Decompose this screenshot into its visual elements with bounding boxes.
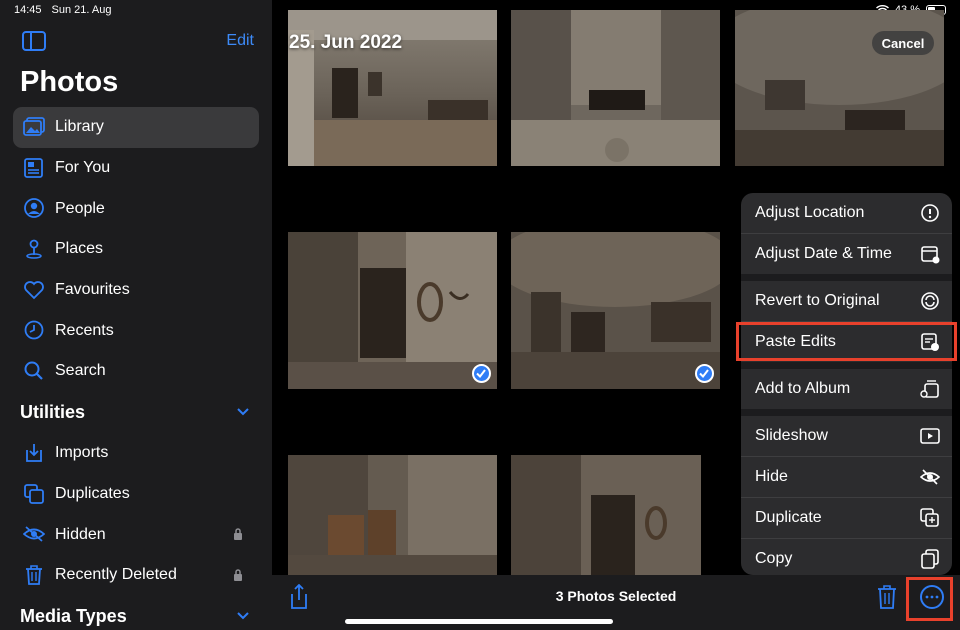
- photo-thumbnail[interactable]: [511, 455, 701, 575]
- duplicates-icon: [24, 483, 44, 504]
- heart-icon: [24, 280, 44, 300]
- menu-item-label: Hide: [755, 468, 788, 485]
- status-date: Sun 21. Aug: [51, 4, 112, 16]
- menu-item-adjust-date-time[interactable]: Adjust Date & Time: [741, 234, 952, 274]
- status-bar-left: 14:45 Sun 21. Aug: [14, 4, 111, 16]
- photo-image: [511, 455, 701, 575]
- photo-thumbnail[interactable]: [288, 232, 497, 389]
- menu-item-copy[interactable]: Copy: [741, 539, 952, 575]
- copy-icon: [921, 549, 939, 569]
- menu-item-label: Adjust Location: [755, 204, 865, 221]
- chevron-down-icon: [237, 408, 249, 416]
- menu-item-duplicate[interactable]: Duplicate: [741, 498, 952, 538]
- photo-thumbnail[interactable]: [511, 10, 720, 166]
- menu-item-adjust-location[interactable]: Adjust Location: [741, 193, 952, 233]
- duplicate-icon: [920, 508, 939, 527]
- photo-thumbnail[interactable]: Cancel: [735, 10, 944, 166]
- play-icon: [920, 428, 940, 444]
- date-header: 25. Jun 2022: [289, 32, 403, 53]
- edit-button[interactable]: Edit: [226, 32, 254, 50]
- menu-item-label: Slideshow: [755, 427, 828, 444]
- home-indicator: [345, 619, 613, 624]
- eye-slash-icon: [920, 469, 940, 485]
- sidebar-item-label: Hidden: [55, 525, 106, 543]
- media-types-header[interactable]: Media Types: [13, 596, 259, 630]
- context-menu: Adjust Location Adjust Date & Time Rever…: [741, 193, 952, 575]
- menu-item-label: Revert to Original: [755, 292, 880, 309]
- sidebar-item-recents[interactable]: Recents: [13, 310, 259, 351]
- lock-icon: [234, 569, 242, 581]
- menu-item-slideshow[interactable]: Slideshow: [741, 416, 952, 456]
- selected-check-icon: [472, 364, 491, 383]
- status-time: 14:45: [14, 4, 42, 16]
- sidebar-list: Library For You People Places Favourites…: [13, 107, 259, 630]
- menu-item-label: Duplicate: [755, 509, 822, 526]
- sidebar-item-hidden[interactable]: Hidden: [13, 514, 259, 555]
- cancel-button[interactable]: Cancel: [872, 31, 934, 55]
- sidebar-item-label: Recents: [55, 321, 114, 339]
- sidebar-item-label: Duplicates: [55, 484, 130, 502]
- sidebar-title: Photos: [20, 66, 119, 98]
- calendar-icon: [921, 246, 940, 264]
- sidebar: 14:45 Sun 21. Aug Edit Photos Library Fo…: [0, 0, 272, 630]
- menu-item-label: Add to Album: [755, 380, 851, 397]
- menu-group-separator: [741, 409, 952, 416]
- sidebar-item-label: For You: [55, 159, 111, 177]
- menu-item-hide[interactable]: Hide: [741, 457, 952, 497]
- sidebar-item-recently-deleted[interactable]: Recently Deleted: [13, 555, 259, 596]
- sidebar-item-label: Imports: [55, 444, 109, 462]
- sidebar-item-places[interactable]: Places: [13, 229, 259, 270]
- selected-check-icon: [695, 364, 714, 383]
- library-icon: [23, 117, 45, 136]
- menu-item-revert-to-original[interactable]: Revert to Original: [741, 281, 952, 321]
- photo-image: [511, 10, 720, 166]
- sidebar-item-imports[interactable]: Imports: [13, 433, 259, 474]
- menu-item-label: Copy: [755, 550, 793, 567]
- utilities-header[interactable]: Utilities: [13, 392, 259, 433]
- sidebar-item-label: Recently Deleted: [55, 566, 177, 584]
- sidebar-item-search[interactable]: Search: [13, 351, 259, 392]
- photo-image: [288, 232, 497, 389]
- selection-count: 3 Photos Selected: [555, 588, 677, 604]
- more-button-highlight: [906, 577, 953, 621]
- sidebar-item-people[interactable]: People: [13, 188, 259, 229]
- photo-thumbnail[interactable]: [288, 455, 497, 575]
- sidebar-item-label: Favourites: [55, 281, 130, 299]
- clock-icon: [24, 321, 44, 340]
- menu-group-separator: [741, 362, 952, 369]
- people-icon: [24, 198, 44, 219]
- menu-item-add-to-album[interactable]: Add to Album: [741, 369, 952, 409]
- eye-slash-icon: [23, 526, 45, 542]
- info-icon: [921, 204, 939, 222]
- photo-thumbnail[interactable]: [511, 232, 720, 389]
- sidebar-item-label: Places: [55, 240, 104, 258]
- sidebar-toggle-icon[interactable]: [22, 31, 46, 51]
- trash-icon: [26, 565, 42, 585]
- revert-icon: [921, 292, 939, 310]
- menu-group-separator: [741, 274, 952, 281]
- photo-image: [511, 232, 720, 389]
- sidebar-item-label: Library: [55, 118, 104, 136]
- add-album-icon: [920, 380, 939, 398]
- for-you-icon: [24, 157, 43, 178]
- chevron-down-icon: [237, 611, 249, 619]
- sidebar-item-label: Search: [55, 362, 106, 380]
- paste-edits-highlight: [736, 322, 957, 361]
- media-types-label: Media Types: [20, 605, 127, 626]
- sidebar-item-library[interactable]: Library: [13, 107, 259, 148]
- sidebar-item-for-you[interactable]: For You: [13, 148, 259, 189]
- places-icon: [26, 239, 42, 259]
- sidebar-item-favourites[interactable]: Favourites: [13, 270, 259, 311]
- search-icon: [24, 361, 43, 380]
- lock-icon: [234, 528, 242, 541]
- trash-icon[interactable]: [876, 584, 898, 610]
- menu-item-label: Adjust Date & Time: [755, 245, 892, 262]
- sidebar-item-label: People: [55, 199, 105, 217]
- utilities-label: Utilities: [20, 401, 86, 422]
- bottom-toolbar: 3 Photos Selected: [272, 575, 960, 630]
- photo-image: [288, 455, 497, 575]
- imports-icon: [26, 443, 42, 462]
- sidebar-item-duplicates[interactable]: Duplicates: [13, 474, 259, 515]
